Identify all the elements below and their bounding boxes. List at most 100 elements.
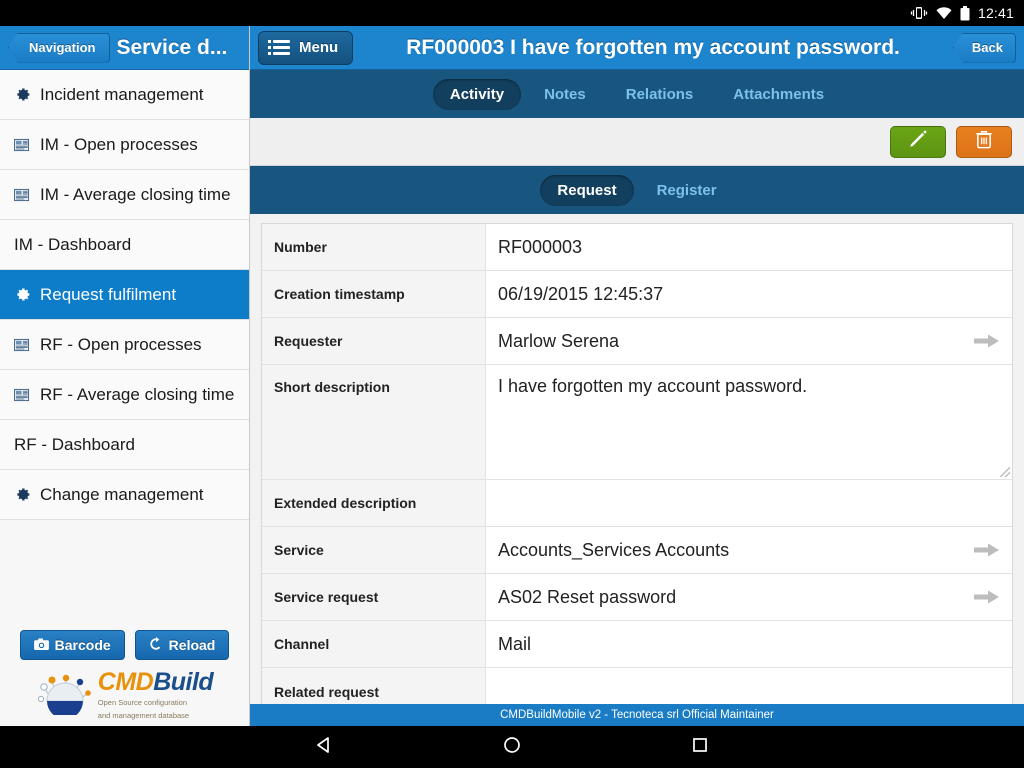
report-icon	[14, 388, 31, 402]
sidebar-item-label: IM - Average closing time	[40, 184, 231, 204]
field-value-creation-timestamp: 06/19/2015 12:45:37	[498, 283, 664, 304]
tab-bar: Activity Notes Relations Attachments	[250, 70, 1024, 118]
navigation-button[interactable]: Navigation	[8, 32, 111, 63]
gear-icon	[14, 86, 31, 103]
form-row-channel: Channel Mail	[262, 621, 1012, 668]
barcode-button-label: Barcode	[54, 637, 111, 654]
app-footer: CMDBuildMobile v2 - Tecnoteca srl Offici…	[250, 704, 1024, 726]
field-value-service-request: AS02 Reset password	[486, 574, 1012, 620]
wifi-icon	[936, 6, 952, 20]
app-container: Navigation Service d... Incident managem…	[0, 26, 1024, 726]
cmdbuild-logo-text: CMDBuild Open Source configuration and m…	[97, 668, 214, 720]
field-value-short-description[interactable]: I have forgotten my account password.	[486, 365, 1012, 479]
sidebar-item-label: IM - Open processes	[40, 134, 198, 154]
logo-tagline-line1: Open Source configuration	[97, 698, 188, 708]
field-value-requester: Marlow Serena	[486, 318, 1012, 364]
app-body: Navigation Service d... Incident managem…	[0, 26, 1024, 726]
hamburger-icon	[268, 40, 290, 55]
tab-notes[interactable]: Notes	[527, 79, 603, 110]
back-triangle-icon[interactable]	[314, 735, 334, 760]
detail-form-scroll[interactable]: Number RF000003 Creation timestamp 06/19…	[250, 214, 1024, 726]
sidebar-item-label: IM - Dashboard	[14, 234, 132, 254]
form-row-service[interactable]: Service Accounts_Services Accounts	[262, 527, 1012, 574]
sidebar-title: Service d...	[116, 35, 228, 59]
sidebar-item-incident-management[interactable]: Incident management	[0, 70, 249, 120]
logo-cmd: CMD	[97, 668, 154, 697]
back-button[interactable]: Back	[952, 32, 1016, 63]
subtab-request[interactable]: Request	[540, 174, 634, 206]
cmdbuild-logo: CMDBuild Open Source configuration and m…	[0, 670, 249, 720]
refresh-icon	[149, 636, 163, 654]
sidebar-item-rf-average-closing-time[interactable]: RF - Average closing time	[0, 370, 249, 420]
sidebar: Navigation Service d... Incident managem…	[0, 26, 250, 726]
reload-button-label: Reload	[168, 637, 216, 654]
main-panel: Menu RF000003 I have forgotten my accoun…	[250, 26, 1024, 726]
form-row-creation-timestamp: Creation timestamp 06/19/2015 12:45:37	[262, 271, 1012, 318]
field-label: Channel	[262, 621, 486, 667]
arrow-right-icon[interactable]	[974, 541, 1000, 559]
action-toolbar	[250, 118, 1024, 166]
tab-relations[interactable]: Relations	[609, 79, 711, 110]
android-nav-bar	[0, 726, 1024, 768]
sidebar-item-label: RF - Average closing time	[40, 384, 235, 404]
sidebar-item-im-average-closing-time[interactable]: IM - Average closing time	[0, 170, 249, 220]
logo-build: Build	[153, 668, 214, 697]
field-label: Number	[262, 224, 486, 270]
field-label: Service request	[262, 574, 486, 620]
sidebar-item-im-open-processes[interactable]: IM - Open processes	[0, 120, 249, 170]
menu-button-label: Menu	[299, 39, 339, 56]
delete-button[interactable]	[956, 125, 1012, 158]
field-label: Extended description	[262, 480, 486, 526]
sidebar-footer-buttons: Barcode Reload	[0, 630, 249, 661]
menu-button[interactable]: Menu	[258, 30, 354, 65]
status-clock: 12:41	[977, 5, 1014, 21]
form-row-number: Number RF000003	[262, 224, 1012, 271]
trash-icon	[975, 130, 993, 154]
form-row-requester[interactable]: Requester Marlow Serena	[262, 318, 1012, 365]
gear-icon	[14, 486, 31, 503]
textarea-resize-handle[interactable]	[1000, 467, 1010, 477]
field-label: Requester	[262, 318, 486, 364]
arrow-right-icon[interactable]	[974, 332, 1000, 350]
field-value-extended-description[interactable]	[486, 480, 1012, 526]
logo-tagline-line2: and management database	[97, 710, 190, 720]
subtab-register[interactable]: Register	[640, 175, 734, 206]
field-value-number: RF000003	[498, 236, 583, 257]
sidebar-item-change-management[interactable]: Change management	[0, 470, 249, 520]
vibrate-icon	[910, 6, 928, 20]
form-row-service-request[interactable]: Service request AS02 Reset password	[262, 574, 1012, 621]
cmdbuild-wordmark: CMDBuild	[97, 668, 214, 697]
edit-pencil-icon	[908, 129, 928, 154]
sidebar-menu-list: Incident management IM - Open processes …	[0, 70, 249, 620]
page-title: RF000003 I have forgotten my account pas…	[406, 35, 900, 59]
android-status-bar: 12:41	[0, 0, 1024, 26]
camera-icon	[33, 637, 49, 653]
form-row-extended-description[interactable]: Extended description	[262, 480, 1012, 527]
sidebar-item-rf-dashboard[interactable]: RF - Dashboard	[0, 420, 249, 470]
sidebar-item-request-fulfilment[interactable]: Request fulfilment	[0, 270, 249, 320]
sidebar-item-label: Change management	[40, 484, 204, 504]
main-header: Menu RF000003 I have forgotten my accoun…	[250, 26, 1024, 70]
gear-icon	[14, 286, 31, 303]
sidebar-item-im-dashboard[interactable]: IM - Dashboard	[0, 220, 249, 270]
sidebar-item-label: RF - Dashboard	[14, 434, 135, 454]
battery-icon	[960, 5, 970, 21]
sub-tab-bar: Request Register	[250, 166, 1024, 214]
arrow-right-icon[interactable]	[974, 588, 1000, 606]
sidebar-item-label: RF - Open processes	[40, 334, 202, 354]
sidebar-item-label: Request fulfilment	[40, 284, 177, 304]
recents-square-icon[interactable]	[690, 735, 710, 760]
home-circle-icon[interactable]	[502, 735, 522, 760]
edit-button[interactable]	[890, 125, 946, 158]
detail-form: Number RF000003 Creation timestamp 06/19…	[261, 223, 1013, 716]
barcode-button[interactable]: Barcode	[19, 630, 125, 661]
tab-activity[interactable]: Activity	[432, 78, 522, 110]
tab-attachments[interactable]: Attachments	[716, 79, 841, 110]
field-value-channel: Mail	[498, 633, 532, 654]
sidebar-item-rf-open-processes[interactable]: RF - Open processes	[0, 320, 249, 370]
sidebar-header: Navigation Service d...	[0, 26, 249, 70]
reload-button[interactable]: Reload	[134, 630, 230, 661]
form-row-short-description[interactable]: Short description I have forgotten my ac…	[262, 365, 1012, 480]
field-label: Short description	[262, 365, 486, 479]
field-label: Creation timestamp	[262, 271, 486, 317]
